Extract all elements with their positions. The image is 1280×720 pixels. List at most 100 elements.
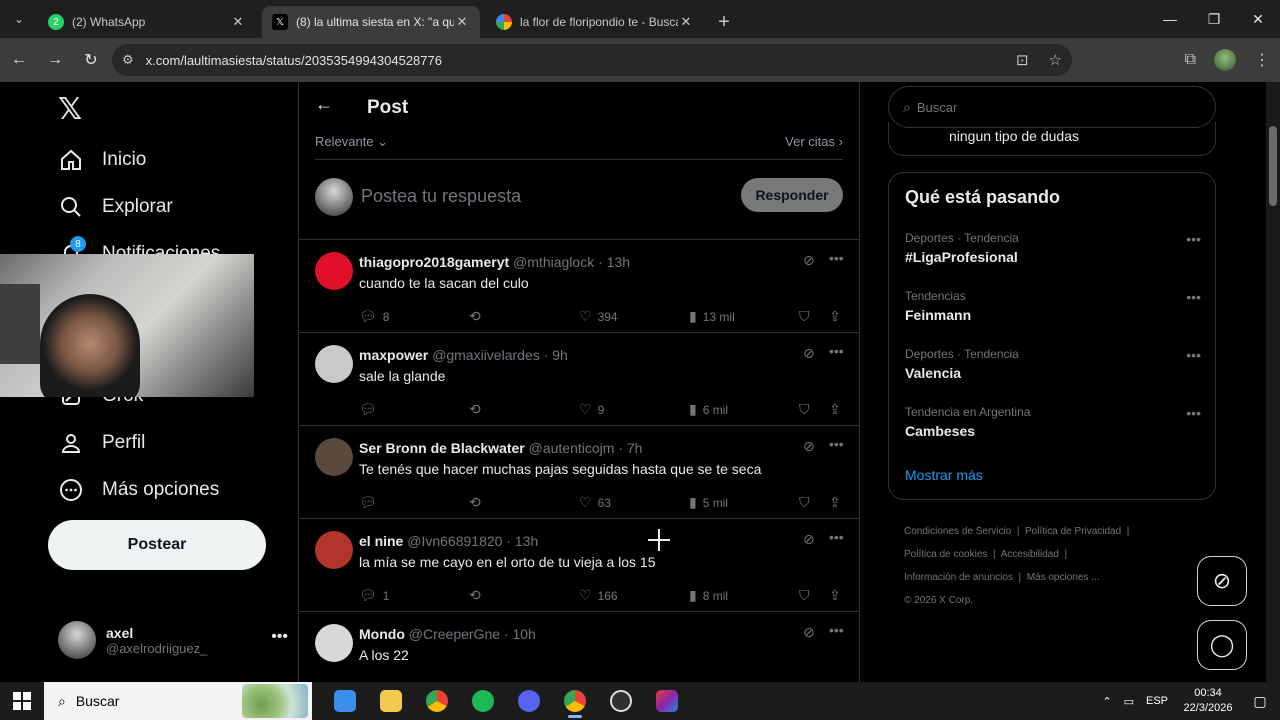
- like-action[interactable]: ♡ 63: [579, 494, 611, 511]
- reply-post[interactable]: el nine @Ivn66891820 · 13h la mía se me c…: [299, 519, 859, 612]
- footer-link[interactable]: Accesibilidad: [1001, 549, 1059, 560]
- notification-center-icon[interactable]: ▢: [1240, 693, 1280, 710]
- more-icon[interactable]: •••: [829, 436, 844, 452]
- more-icon[interactable]: •••: [829, 529, 844, 545]
- views-action[interactable]: ▮ 5 mil: [689, 494, 728, 511]
- reply-action[interactable]: 💬︎ 1: [359, 587, 389, 604]
- forward-button[interactable]: →: [38, 43, 72, 77]
- footer-link[interactable]: Condiciones de Servicio: [904, 526, 1011, 537]
- grok-icon[interactable]: ⊘: [803, 252, 815, 269]
- chrome-active-icon[interactable]: [552, 682, 598, 720]
- more-icon[interactable]: •••: [1186, 231, 1201, 247]
- obs-icon[interactable]: [598, 682, 644, 720]
- grok-fab-button[interactable]: ⊘: [1197, 556, 1247, 606]
- post-button[interactable]: Postear: [48, 520, 266, 570]
- reply-action[interactable]: 💬︎ 8: [359, 308, 389, 325]
- messages-fab-button[interactable]: ◯: [1197, 620, 1247, 670]
- like-action[interactable]: ♡ 166: [579, 587, 618, 604]
- page-scrollbar[interactable]: [1266, 82, 1280, 682]
- author-name[interactable]: Ser Bronn de Blackwater: [359, 440, 525, 456]
- site-settings-icon[interactable]: ⚙: [122, 52, 134, 68]
- address-bar[interactable]: ⚙ x.com/laultimasiesta/status/2035354994…: [112, 44, 1072, 76]
- tab-x-post[interactable]: 𝕏 (8) la ultima siesta en X: "a qué ✕: [262, 6, 480, 38]
- more-icon[interactable]: •••: [271, 628, 288, 646]
- nav-item-more-options[interactable]: Más opciones: [58, 470, 219, 510]
- search-input[interactable]: ⌕ Buscar: [888, 86, 1216, 128]
- app-icon[interactable]: [644, 682, 690, 720]
- more-icon[interactable]: •••: [829, 250, 844, 266]
- close-icon[interactable]: ✕: [678, 14, 694, 30]
- nav-item-home[interactable]: Inicio: [58, 140, 146, 180]
- grok-icon[interactable]: ⊘: [803, 345, 815, 362]
- author-handle[interactable]: @CreeperGne: [409, 626, 500, 642]
- maximize-button[interactable]: ❐: [1192, 0, 1236, 38]
- trend-item[interactable]: Tendencia en Argentina Cambeses •••: [905, 405, 1201, 453]
- post-time[interactable]: 13h: [607, 254, 630, 270]
- avatar[interactable]: [315, 438, 353, 476]
- close-icon[interactable]: ✕: [230, 14, 246, 30]
- views-action[interactable]: ▮ 13 mil: [689, 308, 735, 325]
- grok-icon[interactable]: ⊘: [803, 624, 815, 641]
- trend-item[interactable]: Deportes · Tendencia #LigaProfesional ••…: [905, 231, 1201, 279]
- install-app-icon[interactable]: ⊡: [1016, 51, 1029, 69]
- footer-link[interactable]: Política de cookies: [904, 549, 987, 560]
- windows-start-button[interactable]: [0, 682, 44, 720]
- avatar[interactable]: [315, 624, 353, 662]
- author-name[interactable]: Mondo: [359, 626, 405, 642]
- minimize-button[interactable]: —: [1148, 0, 1192, 38]
- close-icon[interactable]: ✕: [454, 14, 470, 30]
- like-action[interactable]: ♡ 9: [579, 401, 604, 418]
- bookmark-action[interactable]: ⛉: [799, 587, 816, 604]
- reload-button[interactable]: ↻: [74, 43, 108, 77]
- footer-link[interactable]: Política de Privacidad: [1025, 526, 1121, 537]
- reply-post[interactable]: thiagopro2018gameryt @mthiaglock · 13h cu…: [299, 240, 859, 333]
- more-icon[interactable]: •••: [1186, 405, 1201, 421]
- share-action[interactable]: ⇪: [829, 494, 847, 511]
- chrome-icon[interactable]: [414, 682, 460, 720]
- close-window-button[interactable]: ✕: [1236, 0, 1280, 38]
- store-app-icon[interactable]: [322, 682, 368, 720]
- reply-post[interactable]: Ser Bronn de Blackwater @autenticojm · 7…: [299, 426, 859, 519]
- views-action[interactable]: ▮ 8 mil: [689, 587, 728, 604]
- nav-item-profile[interactable]: Perfil: [58, 423, 145, 463]
- new-tab-button[interactable]: +: [710, 6, 738, 38]
- avatar[interactable]: [315, 345, 353, 383]
- show-more-link[interactable]: Mostrar más: [905, 467, 983, 483]
- tab-search-button[interactable]: ⌄: [0, 0, 38, 38]
- reply-action[interactable]: 💬︎: [359, 494, 383, 511]
- bookmark-star-icon[interactable]: ☆: [1049, 51, 1062, 69]
- avatar[interactable]: [315, 531, 353, 569]
- repost-action[interactable]: ⟲: [469, 308, 487, 325]
- grok-icon[interactable]: ⊘: [803, 438, 815, 455]
- bookmark-action[interactable]: ⛉: [799, 401, 816, 418]
- views-action[interactable]: ▮ 6 mil: [689, 401, 728, 418]
- author-handle[interactable]: @gmaxiivelardes: [432, 347, 540, 363]
- avatar[interactable]: [315, 252, 353, 290]
- post-time[interactable]: 10h: [512, 626, 535, 642]
- author-handle[interactable]: @mthiaglock: [513, 254, 594, 270]
- quotes-link[interactable]: Ver citas ›: [785, 134, 843, 149]
- bookmark-action[interactable]: ⛉: [799, 308, 816, 325]
- reply-post[interactable]: Mondo @CreeperGne · 10hA los 22⊘•••💬︎⟲♡▮…: [299, 612, 859, 682]
- file-explorer-icon[interactable]: [368, 682, 414, 720]
- share-action[interactable]: ⇪: [829, 308, 847, 325]
- more-icon[interactable]: •••: [1186, 347, 1201, 363]
- reply-input[interactable]: Postea tu respuesta: [361, 186, 521, 207]
- trend-item[interactable]: Deportes · Tendencia Valencia •••: [905, 347, 1201, 395]
- tab-whatsapp[interactable]: 2 (2) WhatsApp ✕: [38, 6, 256, 38]
- nav-item-explore[interactable]: Explorar: [58, 187, 173, 227]
- footer-link[interactable]: Información de anuncios: [904, 572, 1013, 583]
- tab-google-search[interactable]: la flor de floripondio te - Buscar ✕: [486, 6, 704, 38]
- like-action[interactable]: ♡ 394: [579, 308, 618, 325]
- post-time[interactable]: 7h: [627, 440, 643, 456]
- back-button[interactable]: ←: [2, 43, 36, 77]
- browser-menu-icon[interactable]: ⋮: [1254, 50, 1270, 70]
- chevron-up-icon[interactable]: ⌃: [1102, 695, 1111, 708]
- repost-action[interactable]: ⟲: [469, 587, 487, 604]
- discord-icon[interactable]: [506, 682, 552, 720]
- x-logo-icon[interactable]: 𝕏: [58, 92, 82, 127]
- repost-action[interactable]: ⟲: [469, 494, 487, 511]
- author-name[interactable]: el nine: [359, 533, 403, 549]
- post-time[interactable]: 9h: [552, 347, 568, 363]
- author-handle[interactable]: @autenticojm: [529, 440, 615, 456]
